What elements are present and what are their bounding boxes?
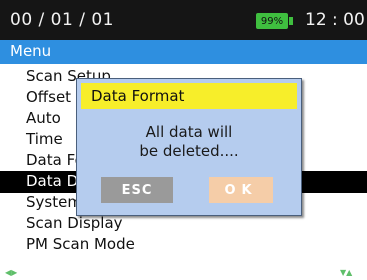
menu-header: Menu [0, 40, 367, 64]
data-format-dialog: Data Format All data will be deleted....… [76, 78, 302, 216]
menu-item-label: Time [26, 130, 63, 148]
menu-item-pm-scan-mode[interactable]: PM Scan Mode [0, 234, 367, 256]
battery-icon: 99% [256, 13, 288, 29]
menu-title: Menu [10, 42, 52, 60]
left-right-arrows-icon: ◀▶ [5, 268, 18, 277]
dialog-message-line1: All data will [145, 123, 233, 141]
menu-item-label: Auto [26, 109, 61, 127]
up-down-arrows-icon: ▼▲ [340, 268, 353, 277]
status-date: 00 / 01 / 01 [10, 10, 114, 30]
device-screen: 00 / 01 / 01 99% 12 : 00 Menu Scan Setup… [0, 0, 367, 280]
status-bar: 00 / 01 / 01 99% 12 : 00 [0, 0, 367, 40]
menu-item-scan-display[interactable]: Scan Display [0, 213, 367, 235]
esc-button[interactable]: ESC [101, 177, 173, 203]
dialog-title: Data Format [91, 87, 185, 105]
dialog-title-bar: Data Format [81, 83, 297, 109]
battery-tip [289, 17, 293, 25]
dialog-message-line2: be deleted.... [139, 142, 239, 160]
menu-item-label: PM Scan Mode [26, 235, 135, 253]
menu-item-label: Offset [26, 88, 72, 106]
battery-level: 99% [260, 15, 284, 27]
ok-button[interactable]: OK [209, 177, 273, 203]
dialog-message: All data will be deleted.... [77, 123, 301, 161]
status-time: 12 : 00 [305, 10, 365, 30]
menu-item-label: Scan Display [26, 214, 123, 232]
